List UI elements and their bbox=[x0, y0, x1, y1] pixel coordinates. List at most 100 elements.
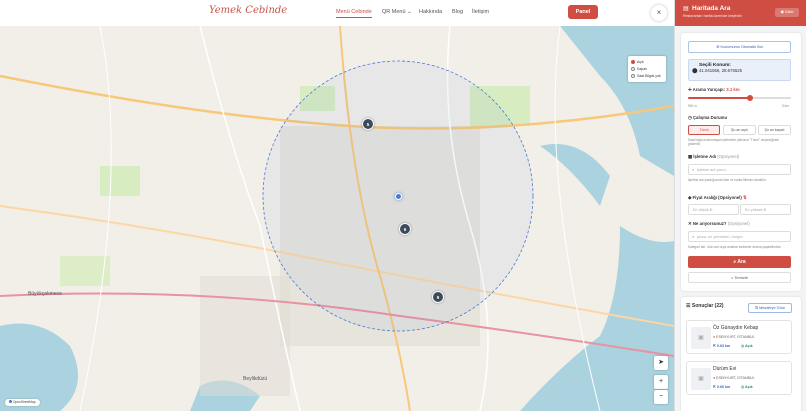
map-icon: ▤ bbox=[683, 6, 689, 12]
status-open-button[interactable]: Şu an açık bbox=[723, 125, 756, 135]
result-item[interactable]: ▣ Öz Günaydın Kebap ● ESENYURT, İSTANBUL… bbox=[686, 320, 792, 354]
restaurant-thumbnail-icon: ▣ bbox=[691, 327, 711, 349]
pin-icon: ● bbox=[713, 376, 716, 380]
result-name: Öz Günaydın Kebap bbox=[713, 325, 759, 331]
logo[interactable]: Yemek Cebinde bbox=[209, 5, 288, 16]
results-count: Sonuçlar (22) bbox=[691, 303, 724, 309]
radius-label-text: Arama Yarıçapı: bbox=[692, 87, 726, 92]
business-name-input[interactable]: ⌕ İşletme adı yazın... bbox=[688, 164, 791, 175]
nav-hakkinda[interactable]: Hakkında bbox=[419, 9, 442, 15]
result-name: Dürüm Evi bbox=[713, 366, 737, 372]
nav-menu-cebinde[interactable]: Menü Cebinde bbox=[336, 9, 372, 18]
price-min-input[interactable]: En düşük ₺ bbox=[688, 204, 739, 215]
search-icon: ⌕ bbox=[733, 259, 737, 265]
top-navigation: Yemek Cebinde Menü Cebinde QR Menü ⌄ Hak… bbox=[0, 0, 674, 26]
sidebar-subtitle: Restoranları harita üzerinde keşfedin bbox=[683, 14, 742, 18]
query-input[interactable]: ⌕ pizza, en yemekleri, burger... bbox=[688, 231, 791, 242]
query-label-text: Ne arıyorsunuz? bbox=[692, 221, 727, 226]
auto-location-label: Konumumu Otomatik Bul bbox=[720, 45, 763, 49]
result-status-text: Açık bbox=[745, 344, 753, 348]
zoom-out-button[interactable]: − bbox=[654, 390, 668, 404]
price-label-text: Fiyat Aralığı (Opsiyonel) bbox=[692, 195, 742, 200]
close-icon: × bbox=[731, 275, 734, 280]
result-distance: ⇱ 0.63 km bbox=[713, 344, 730, 348]
hide-sidebar-button[interactable]: ◉ Gizle bbox=[775, 8, 799, 17]
business-name-hint: İşletme adı yazdığınızda liste ve harita… bbox=[688, 178, 767, 182]
clock-icon: ◷ bbox=[688, 115, 692, 120]
sort-icon: ⇅ bbox=[754, 306, 759, 310]
business-name-placeholder: İşletme adı yazın... bbox=[697, 168, 729, 172]
map-attribution[interactable]: OpenStreetMap bbox=[5, 399, 40, 406]
route-icon: ⇱ bbox=[713, 344, 717, 348]
clock-icon: ◷ bbox=[741, 385, 745, 389]
query-hint: Kategori adı, ürün adı veya anahtar keli… bbox=[688, 245, 782, 249]
result-status-badge: ◷ Açık bbox=[741, 344, 753, 348]
closed-dot-icon bbox=[631, 66, 635, 71]
district-label-beylikduzu: Beylikdüzü bbox=[243, 376, 267, 382]
result-status-badge: ◷ Açık bbox=[741, 385, 753, 389]
panel-button[interactable]: Panel bbox=[568, 5, 598, 19]
map-canvas[interactable]: Büyükçekmece Beylikdüzü Açık Kapalı Saat… bbox=[0, 26, 674, 411]
result-distance: ⇱ 0.66 km bbox=[713, 385, 730, 389]
map-legend: Açık Kapalı Saat Bilgisi yok bbox=[628, 56, 666, 82]
sort-label: Mesafeye Göre bbox=[759, 306, 786, 310]
price-max-placeholder: En yüksek ₺ bbox=[745, 208, 766, 212]
result-address: ● ESENYURT, İSTANBUL bbox=[713, 335, 755, 339]
search-icon: ⌕ bbox=[692, 234, 695, 239]
status-all-button[interactable]: Tümü bbox=[688, 125, 720, 135]
radius-slider-handle[interactable] bbox=[746, 95, 753, 101]
legend-open: Açık bbox=[637, 59, 644, 64]
search-icon: ⌕ bbox=[692, 167, 695, 172]
price-max-input[interactable]: En yüksek ₺ bbox=[740, 204, 791, 215]
close-icon[interactable]: ⇅ bbox=[743, 195, 747, 200]
open-dot-icon bbox=[631, 59, 635, 64]
map-cluster-marker[interactable]: 6 bbox=[399, 223, 411, 235]
nav-blog[interactable]: Blog bbox=[452, 9, 463, 15]
search-button-label: Ara bbox=[737, 259, 746, 265]
business-name-optional: (Opsiyonel) bbox=[717, 154, 740, 159]
status-closed-button[interactable]: Şu an kapalı bbox=[758, 125, 791, 135]
sort-by-distance-button[interactable]: ⇅ Mesafeye Göre bbox=[748, 303, 792, 313]
clear-button-label: Temizle bbox=[734, 275, 748, 280]
radius-min: 500 m bbox=[688, 104, 697, 108]
utensils-icon: ✕ bbox=[688, 221, 692, 226]
map-cluster-marker[interactable]: 5 bbox=[362, 118, 374, 130]
sidebar-header: ▤ Haritada Ara Restoranları harita üzeri… bbox=[675, 0, 806, 26]
list-icon: ☰ bbox=[686, 303, 691, 309]
current-location-marker[interactable] bbox=[395, 193, 402, 200]
search-button[interactable]: ⌕ Ara bbox=[688, 256, 791, 268]
restaurant-thumbnail-icon: ▣ bbox=[691, 368, 711, 390]
nav-iletisim[interactable]: İletişim bbox=[472, 9, 489, 15]
map-cluster-marker[interactable]: 9 bbox=[432, 291, 444, 303]
zoom-in-button[interactable]: + bbox=[654, 375, 668, 389]
radius-value: 3.1 km bbox=[726, 87, 740, 92]
auto-location-button[interactable]: ⊕ Konumumu Otomatik Bul bbox=[688, 41, 791, 53]
clear-button[interactable]: × Temizle bbox=[688, 272, 791, 283]
nav-qr-menu[interactable]: QR Menü ⌄ bbox=[382, 9, 412, 15]
selected-location: ⬤ Seçili Konum: 41.041556, 28.676525 bbox=[688, 59, 791, 81]
sidebar-title: Haritada Ara bbox=[692, 5, 731, 12]
info-icon bbox=[9, 400, 12, 403]
close-icon[interactable]: × bbox=[651, 5, 667, 21]
store-icon: ▦ bbox=[688, 154, 693, 159]
result-address-text: ESENYURT, İSTANBUL bbox=[716, 376, 755, 380]
status-label-text: Çalışma Durumu bbox=[692, 115, 728, 120]
query-label: ✕ Ne arıyorsunuz? (Opsiyonel) bbox=[688, 221, 750, 227]
nav-qr-menu-label: QR Menü bbox=[382, 9, 406, 15]
business-name-label: ▦ İşletme Adı (Opsiyonel) bbox=[688, 154, 739, 160]
clock-icon: ◷ bbox=[741, 344, 745, 348]
legend-no-hours: Saat Bilgisi yok bbox=[637, 73, 661, 78]
result-item[interactable]: ▣ Dürüm Evi ● ESENYURT, İSTANBUL ⇱ 0.66 … bbox=[686, 361, 792, 395]
locate-me-icon[interactable]: ➤ bbox=[654, 356, 668, 370]
hide-label: Gizle bbox=[784, 10, 794, 14]
status-hint: Saat bilgisi bulunmayan işletmeler yalnı… bbox=[688, 138, 780, 146]
results-heading: ☰ Sonuçlar (22) bbox=[686, 303, 724, 309]
district-label-buyukcekmece: Büyükçekmece bbox=[28, 291, 62, 297]
chevron-down-icon: ⌄ bbox=[407, 9, 412, 15]
map-tiles: Büyükçekmece Beylikdüzü bbox=[0, 26, 674, 411]
route-icon: ⇱ bbox=[713, 385, 717, 389]
radius-slider-fill bbox=[688, 97, 750, 99]
result-status-text: Açık bbox=[745, 385, 753, 389]
logo-text: Yemek Cebinde bbox=[209, 5, 288, 16]
tag-icon: ◆ bbox=[688, 195, 692, 200]
